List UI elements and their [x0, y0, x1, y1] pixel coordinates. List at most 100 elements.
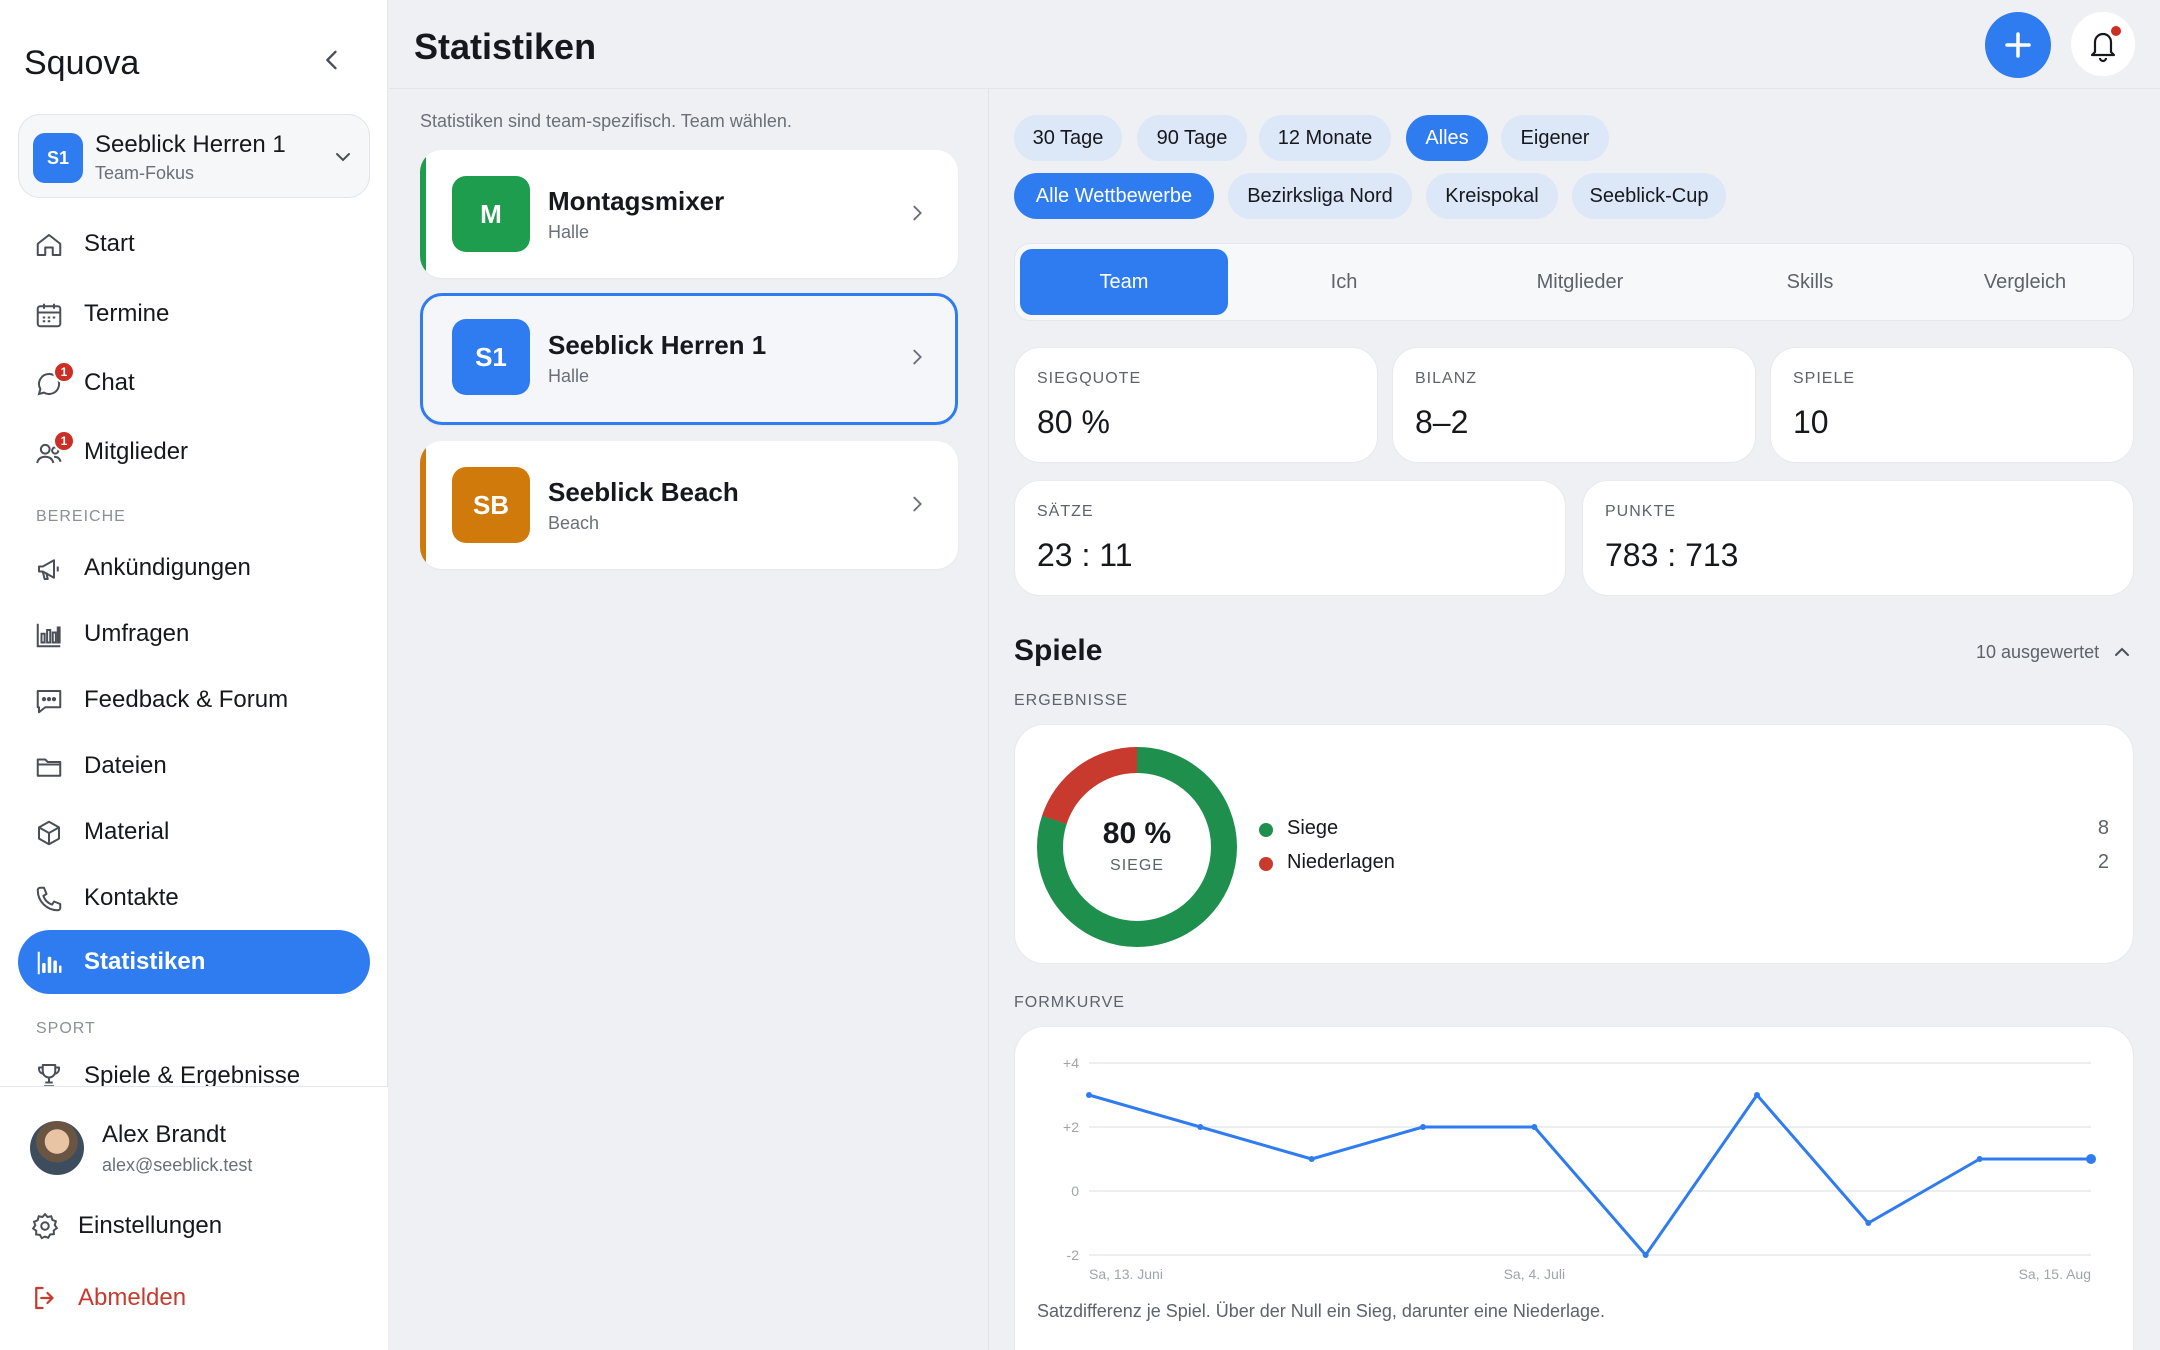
chevron-right-icon: [913, 349, 922, 365]
sidebar-item-spiele[interactable]: Spiele & Ergebnisse: [18, 1048, 370, 1086]
logout-icon: [35, 1286, 54, 1310]
sidebar-item-label: Feedback & Forum: [84, 686, 289, 713]
form-curve-point[interactable]: [1531, 1124, 1538, 1130]
user-email: alex@seeblick.test: [102, 1155, 253, 1175]
team-type: Halle: [548, 222, 590, 242]
team-card-seeblick-beach[interactable]: SB Seeblick Beach Beach: [420, 441, 958, 569]
legend-swatch: [1259, 823, 1273, 837]
chevron-up-icon[interactable]: [2110, 640, 2134, 664]
stat-card-bilanz: BILANZ 8–2: [1392, 347, 1756, 463]
form-curve-point[interactable]: [2086, 1154, 2096, 1164]
tab-mitglieder[interactable]: Mitglieder: [1460, 249, 1700, 315]
form-curve-point[interactable]: [1754, 1092, 1760, 1098]
chip-competition-seeblick-cup[interactable]: Seeblick-Cup: [1572, 173, 1726, 219]
sidebar-footer: Alex Brandt alex@seeblick.test Einstellu…: [0, 1086, 388, 1350]
stat-label: BILANZ: [1415, 370, 1478, 387]
results-card: 80 % SIEGE Siege 8 Niederlagen 2: [1014, 724, 2134, 964]
sidebar-item-start[interactable]: Start: [18, 212, 370, 276]
stat-value: 10: [1793, 404, 1829, 440]
x-tick-label: Sa, 13. Juni: [1089, 1266, 1163, 1282]
legend-swatch: [1259, 857, 1273, 871]
stat-label: PUNKTE: [1605, 503, 1676, 520]
plus-icon: [2005, 32, 2031, 58]
form-curve-note: Satzdifferenz je Spiel. Über der Null ei…: [1037, 1301, 1605, 1321]
chip-competition-kreispokal[interactable]: Kreispokal: [1426, 173, 1558, 219]
legend-label: Niederlagen: [1287, 851, 1395, 873]
section-label-sport: SPORT: [36, 1020, 96, 1037]
stat-value: 23 : 11: [1037, 537, 1133, 573]
sidebar-item-dateien[interactable]: Dateien: [18, 734, 370, 798]
chip-competition-alle[interactable]: Alle Wettbewerbe: [1014, 173, 1214, 219]
chat-unread-badge: 1: [53, 361, 75, 383]
sidebar-item-ankuendigungen[interactable]: Ankündigungen: [18, 536, 370, 600]
sidebar-item-label: Material: [84, 818, 170, 845]
legend-value: 2: [2097, 851, 2109, 873]
stats-tabs: Team Ich Mitglieder Skills Vergleich: [1014, 243, 2134, 321]
donut-center-value: 80 %: [1102, 817, 1172, 850]
form-curve-point[interactable]: [1976, 1156, 1983, 1162]
sidebar-item-feedback[interactable]: Feedback & Forum: [18, 668, 370, 732]
sidebar-item-label: Dateien: [84, 752, 167, 779]
x-tick-label: Sa, 4. Juli: [1504, 1266, 1565, 1282]
team-color-bar: [420, 150, 426, 278]
sidebar-item-label: Mitglieder: [84, 438, 189, 465]
sidebar-item-termine[interactable]: Termine: [18, 282, 370, 346]
form-curve-line: [1088, 1093, 2091, 1257]
caption-ergebnisse: ERGEBNISSE: [1014, 692, 1129, 709]
team-card-seeblick-herren-1[interactable]: S1 Seeblick Herren 1 Halle: [420, 293, 958, 425]
logout-link[interactable]: Abmelden: [30, 1283, 186, 1313]
gear-icon: [31, 1212, 59, 1240]
chip-period-eigener[interactable]: Eigener: [1501, 115, 1609, 161]
chip-competition-bezirksliga-nord[interactable]: Bezirksliga Nord: [1228, 173, 1412, 219]
avatar[interactable]: [30, 1121, 84, 1175]
team-switcher-badge: S1: [33, 133, 83, 183]
legend-label: Siege: [1287, 817, 1339, 839]
chevron-down-icon: [336, 153, 350, 162]
form-curve-card: +4 +2 0 -2 Sa, 13. Juni Sa, 4. Juli Sa, 15. Au…: [1014, 1026, 2134, 1350]
stat-card-spiele: SPIELE 10: [1770, 347, 2134, 463]
section-label-bereiche: BEREICHE: [36, 508, 126, 525]
tab-ich[interactable]: Ich: [1240, 249, 1448, 315]
sidebar-item-label: Chat: [84, 369, 135, 396]
team-color-bar: [420, 441, 426, 569]
sidebar-item-material[interactable]: Material: [18, 800, 370, 864]
y-tick-label: +4: [1063, 1055, 1079, 1071]
team-name: Seeblick Herren 1: [548, 330, 767, 360]
team-name: Seeblick Beach: [548, 477, 739, 507]
chip-period-30-tage[interactable]: 30 Tage: [1014, 115, 1122, 161]
stats-icon: [37, 951, 62, 975]
y-tick-label: -2: [1067, 1247, 1080, 1263]
form-curve-point[interactable]: [1308, 1156, 1315, 1162]
team-switcher[interactable]: S1 Seeblick Herren 1 Team-Fokus: [18, 114, 370, 198]
form-curve-point[interactable]: [1642, 1252, 1649, 1258]
tab-vergleich[interactable]: Vergleich: [1920, 249, 2130, 315]
team-card-montagsmixer[interactable]: M Montagsmixer Halle: [420, 150, 958, 278]
collapse-sidebar-icon[interactable]: [318, 46, 346, 74]
chip-period-90-tage[interactable]: 90 Tage: [1137, 115, 1247, 161]
add-button[interactable]: [1985, 12, 2051, 78]
chip-period-12-monate[interactable]: 12 Monate: [1259, 115, 1391, 161]
notifications-button[interactable]: [2071, 12, 2135, 76]
settings-link[interactable]: Einstellungen: [30, 1211, 222, 1241]
bell-icon: [2090, 32, 2116, 63]
form-curve-point[interactable]: [1420, 1124, 1426, 1130]
stat-card-siegquote: SIEGQUOTE 80 %: [1014, 347, 1378, 463]
sidebar-item-statistiken[interactable]: Statistiken: [18, 930, 370, 994]
caption-formkurve: FORMKURVE: [1014, 994, 1125, 1011]
sidebar-item-kontakte[interactable]: Kontakte: [18, 866, 370, 930]
tab-team[interactable]: Team: [1020, 249, 1228, 315]
form-curve-point[interactable]: [1086, 1092, 1092, 1098]
sidebar-item-umfragen[interactable]: Umfragen: [18, 602, 370, 666]
tab-skills[interactable]: Skills: [1710, 249, 1910, 315]
column-divider: [988, 89, 989, 1350]
form-curve-point[interactable]: [1197, 1124, 1204, 1130]
sidebar-item-label: Termine: [84, 300, 170, 327]
team-badge: SB: [452, 467, 530, 543]
sidebar-item-label: Spiele & Ergebnisse: [84, 1062, 301, 1086]
form-curve-point[interactable]: [1865, 1220, 1872, 1226]
team-switcher-subtitle: Team-Fokus: [95, 163, 195, 183]
stat-label: SÄTZE: [1037, 503, 1094, 520]
chip-period-alles[interactable]: Alles: [1406, 115, 1488, 161]
sidebar-item-mitglieder[interactable]: 1 Mitglieder: [18, 420, 370, 484]
sidebar-item-chat[interactable]: 1 Chat: [18, 351, 370, 415]
